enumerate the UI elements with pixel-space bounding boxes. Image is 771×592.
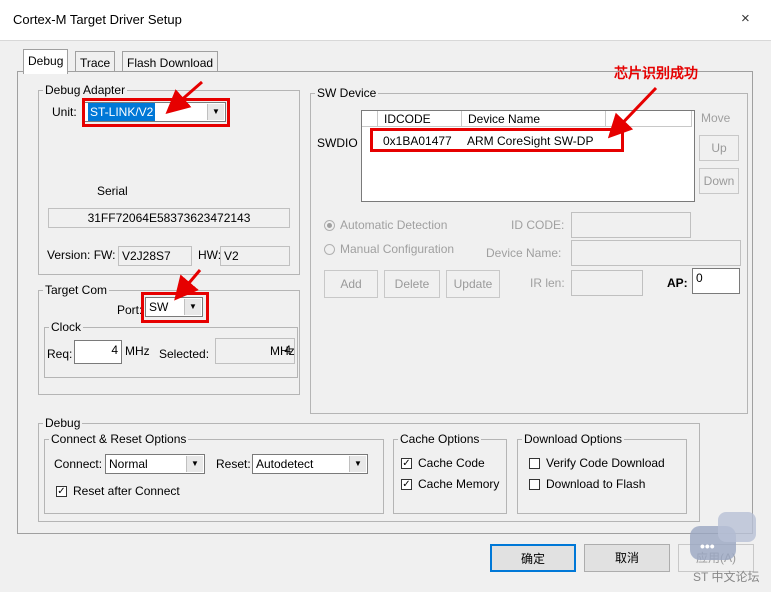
annotation-arrows (165, 80, 658, 301)
row-arrow (607, 86, 658, 139)
tab-debug[interactable]: Debug (23, 49, 69, 74)
port-arrow (174, 269, 202, 301)
forum-logo-icon: ••• (690, 512, 756, 568)
unit-arrow (165, 80, 203, 114)
watermark-text: ST 中文论坛 (693, 570, 760, 584)
